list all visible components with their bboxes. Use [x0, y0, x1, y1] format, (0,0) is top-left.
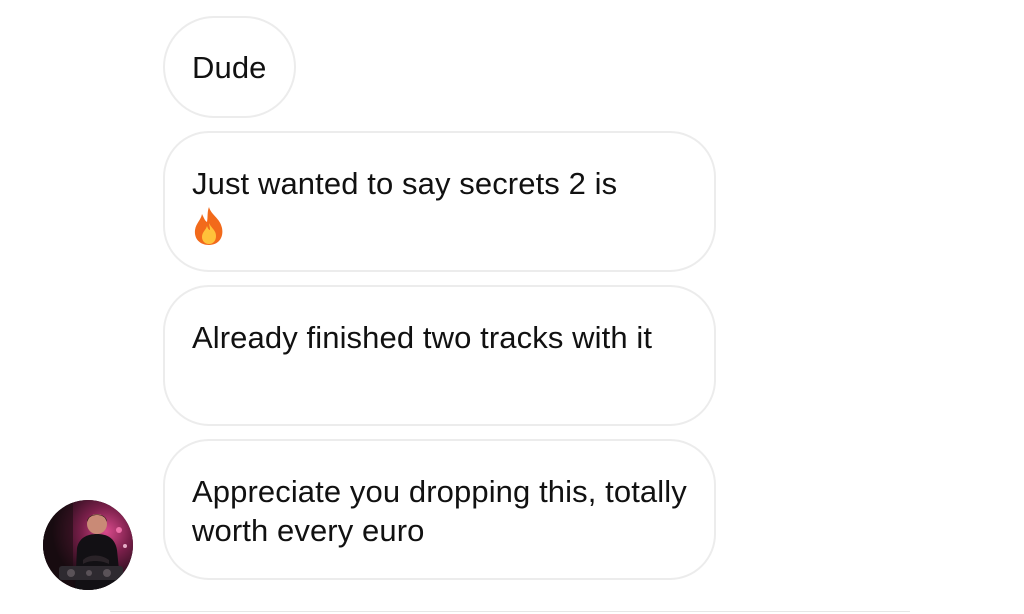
divider — [110, 611, 910, 612]
message-text: Just wanted to say secrets 2 is — [192, 166, 618, 201]
message-bubble-tracks[interactable]: Already finished two tracks with it — [163, 285, 716, 426]
fire-emoji-icon — [194, 207, 223, 245]
message-bubble-secrets[interactable]: Just wanted to say secrets 2 is — [163, 131, 716, 272]
message-text: Appreciate you dropping this, totally wo… — [192, 474, 687, 548]
message-bubble-dude[interactable]: Dude — [163, 16, 296, 118]
message-bubble-appreciate[interactable]: Appreciate you dropping this, totally wo… — [163, 439, 716, 580]
message-text: Already finished two tracks with it — [192, 320, 653, 355]
dj-profile-photo-icon — [43, 500, 133, 590]
message-text: Dude — [192, 49, 267, 85]
avatar[interactable] — [43, 500, 133, 590]
